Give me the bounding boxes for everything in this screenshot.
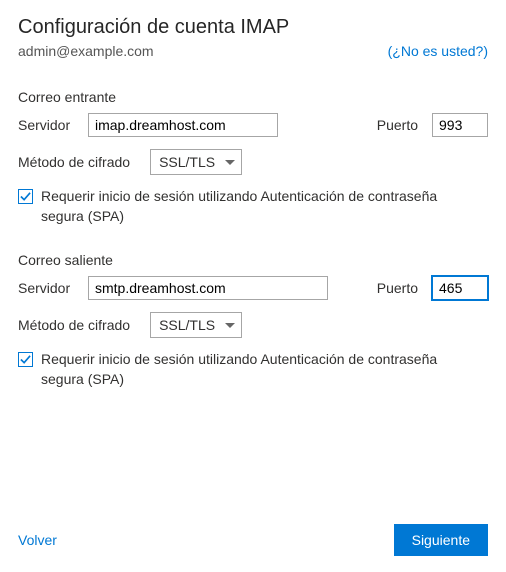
chevron-down-icon: [225, 160, 235, 165]
back-link[interactable]: Volver: [18, 532, 57, 548]
incoming-server-input[interactable]: [88, 113, 278, 137]
incoming-heading: Correo entrante: [18, 89, 488, 105]
outgoing-server-label: Servidor: [18, 280, 78, 296]
incoming-port-input[interactable]: [432, 113, 488, 137]
not-you-link[interactable]: (¿No es usted?): [388, 43, 488, 59]
outgoing-server-input[interactable]: [88, 276, 328, 300]
incoming-encryption-select[interactable]: SSL/TLS: [150, 149, 242, 175]
outgoing-spa-checkbox[interactable]: [18, 352, 33, 367]
chevron-down-icon: [225, 323, 235, 328]
outgoing-port-label: Puerto: [377, 280, 418, 296]
incoming-server-label: Servidor: [18, 117, 78, 133]
incoming-spa-label: Requerir inicio de sesión utilizando Aut…: [41, 187, 481, 226]
incoming-spa-checkbox[interactable]: [18, 189, 33, 204]
outgoing-encryption-select[interactable]: SSL/TLS: [150, 312, 242, 338]
next-button[interactable]: Siguiente: [394, 524, 488, 556]
outgoing-encryption-label: Método de cifrado: [18, 317, 130, 333]
incoming-encryption-label: Método de cifrado: [18, 154, 130, 170]
outgoing-encryption-value: SSL/TLS: [159, 317, 215, 333]
incoming-port-label: Puerto: [377, 117, 418, 133]
outgoing-spa-label: Requerir inicio de sesión utilizando Aut…: [41, 350, 481, 389]
outgoing-heading: Correo saliente: [18, 252, 488, 268]
account-email: admin@example.com: [18, 43, 154, 59]
outgoing-port-input[interactable]: [432, 276, 488, 300]
incoming-encryption-value: SSL/TLS: [159, 154, 215, 170]
page-title: Configuración de cuenta IMAP: [18, 16, 488, 39]
